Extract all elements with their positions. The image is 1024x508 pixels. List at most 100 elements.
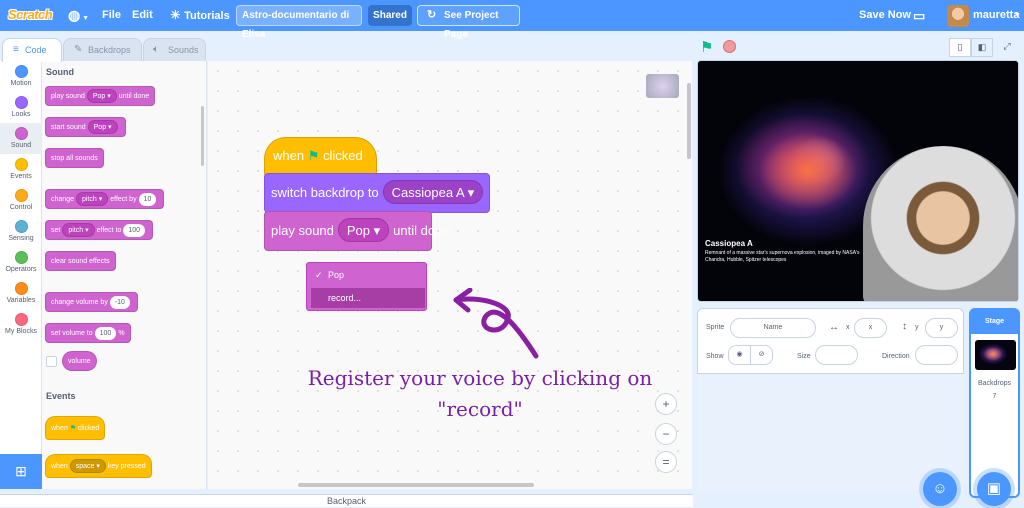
- block-change-volume-by[interactable]: change volume by -10: [45, 292, 138, 312]
- block-when-key-pressed[interactable]: when space ▾ key pressed: [45, 454, 152, 478]
- category-sound[interactable]: Sound: [0, 123, 42, 154]
- menu-item-label: Pop: [328, 270, 345, 280]
- block-when-flag-clicked[interactable]: when ⚑ clicked: [45, 416, 106, 440]
- avatar[interactable]: [947, 5, 969, 27]
- see-project-page-button[interactable]: ↻ See Project Page: [417, 5, 520, 40]
- block-text: effect by: [110, 196, 137, 203]
- block-text: clicked: [322, 148, 363, 163]
- category-variables[interactable]: Variables: [0, 278, 42, 309]
- direction-field[interactable]: [915, 345, 958, 365]
- script-when-flag-clicked[interactable]: when ⚑ clicked: [264, 137, 377, 177]
- block-clear-sound-effects[interactable]: clear sound effects: [45, 251, 116, 271]
- number-input[interactable]: -10: [109, 296, 130, 309]
- add-sprite-button[interactable]: ☺: [923, 472, 957, 506]
- number-input[interactable]: 100: [123, 224, 146, 237]
- category-control[interactable]: Control: [0, 185, 42, 216]
- dropdown-value: space: [75, 463, 95, 470]
- effect-dropdown[interactable]: pitch ▾: [75, 192, 109, 206]
- effect-dropdown[interactable]: pitch ▾: [62, 223, 95, 237]
- annotation-line: "record": [437, 397, 523, 421]
- category-my-blocks[interactable]: My Blocks: [0, 309, 42, 340]
- fullscreen-button[interactable]: ⤢: [996, 38, 1018, 57]
- file-menu[interactable]: File: [102, 0, 121, 31]
- block-volume-reporter[interactable]: volume: [62, 351, 97, 371]
- globe-icon: ◍: [68, 7, 81, 23]
- block-text: until done: [393, 223, 450, 238]
- category-label: Events: [10, 173, 32, 180]
- language-menu[interactable]: ◍ ▼: [68, 0, 89, 31]
- y-field[interactable]: y: [925, 318, 958, 338]
- green-flag-icon[interactable]: ⚑: [700, 38, 713, 56]
- eye-slash-icon: ⊘: [758, 351, 765, 358]
- block-play-sound-until-done[interactable]: play sound Pop ▾ until done: [45, 86, 156, 106]
- category-label: Operators: [5, 266, 37, 273]
- code-icon: ≡: [13, 44, 19, 55]
- zoom-out-button[interactable]: −: [655, 423, 677, 445]
- add-extension-button[interactable]: ⊞: [0, 454, 42, 489]
- show-hidden-button[interactable]: ⊘: [750, 345, 773, 365]
- volume-monitor-checkbox[interactable]: [46, 356, 57, 367]
- menu-item-record[interactable]: record...: [311, 288, 425, 308]
- script-play-sound-until-done[interactable]: play sound Pop ▾ until done: [264, 211, 450, 251]
- scratch-logo[interactable]: Scratch: [8, 7, 53, 22]
- category-looks[interactable]: Looks: [0, 92, 42, 123]
- sound-dropdown[interactable]: Pop ▾: [87, 120, 118, 134]
- block-set-volume-to[interactable]: set volume to 100%: [45, 323, 131, 343]
- stage[interactable]: Cassiopea A Remnant of a massive star's …: [697, 60, 1019, 302]
- stage-caption-title: Cassiopea A: [705, 239, 753, 248]
- category-dot: [14, 96, 28, 109]
- small-stage-button[interactable]: ▯: [949, 38, 971, 57]
- category-events[interactable]: Events: [0, 154, 42, 185]
- edit-menu[interactable]: Edit: [132, 0, 153, 31]
- chevron-down-icon[interactable]: ▼: [1014, 0, 1021, 31]
- category-operators[interactable]: Operators: [0, 247, 42, 278]
- stop-sign-icon[interactable]: [723, 40, 736, 53]
- tutorials-menu[interactable]: ☀ Tutorials: [170, 0, 230, 31]
- my-stuff-folder-icon[interactable]: ▭: [913, 0, 925, 31]
- stage-selector[interactable]: Stage Backdrops 7: [969, 308, 1020, 498]
- size-field[interactable]: [815, 345, 858, 365]
- sound-dropdown[interactable]: Pop ▾: [337, 218, 390, 242]
- dropdown-value: Pop: [93, 124, 107, 131]
- dropdown-value: Cassiopea A: [391, 185, 464, 200]
- sprite-list[interactable]: [697, 374, 964, 491]
- backpack[interactable]: Backpack: [0, 494, 693, 507]
- add-backdrop-button[interactable]: ▣: [977, 472, 1011, 506]
- backdrops-label: Backdrops: [977, 380, 1012, 387]
- zoom-reset-button[interactable]: =: [655, 451, 677, 473]
- x-arrow-icon: ↔: [829, 322, 839, 333]
- tab-code[interactable]: ≡ Code: [2, 38, 62, 62]
- number-input[interactable]: 100: [94, 327, 117, 340]
- astronaut-sprite[interactable]: [863, 146, 1018, 301]
- shared-button[interactable]: Shared: [368, 5, 412, 26]
- horizontal-scrollbar[interactable]: [298, 483, 534, 487]
- vertical-scrollbar[interactable]: [687, 83, 691, 159]
- number-input[interactable]: 10: [138, 193, 157, 206]
- category-dot: [14, 189, 28, 202]
- script-switch-backdrop[interactable]: switch backdrop to Cassiopea A ▾: [264, 173, 490, 213]
- show-label: Show: [706, 353, 724, 360]
- dropdown-value: pitch: [68, 227, 84, 234]
- x-field[interactable]: x: [854, 318, 887, 338]
- block-set-effect-to[interactable]: set pitch ▾ effect to 100: [45, 220, 154, 240]
- backdrop-dropdown[interactable]: Cassiopea A ▾: [382, 180, 484, 204]
- sound-dropdown[interactable]: Pop ▾: [86, 89, 117, 103]
- green-flag-icon: ⚑: [307, 148, 320, 163]
- category-motion[interactable]: Motion: [0, 61, 42, 92]
- tab-backdrops[interactable]: ✎ Backdrops: [63, 38, 142, 61]
- project-title-input[interactable]: Astro-documentario di Elisa: [236, 5, 362, 40]
- username[interactable]: mauretta: [973, 0, 1019, 31]
- key-dropdown[interactable]: space ▾: [69, 459, 106, 473]
- block-stop-all-sounds[interactable]: stop all sounds: [45, 148, 104, 168]
- save-now-button[interactable]: Save Now: [859, 0, 911, 31]
- show-visible-button[interactable]: ◉: [728, 345, 751, 365]
- menu-item-pop[interactable]: ✓ Pop: [311, 265, 425, 285]
- large-stage-button[interactable]: ◧: [971, 38, 993, 57]
- size-label: Size: [797, 353, 811, 360]
- tab-sounds[interactable]: 🔈︎ Sounds: [143, 38, 206, 61]
- sprite-name-field[interactable]: Name: [730, 318, 816, 338]
- block-change-effect-by[interactable]: change pitch ▾ effect by 10: [45, 189, 165, 209]
- category-sensing[interactable]: Sensing: [0, 216, 42, 247]
- palette-scrollbar[interactable]: [201, 106, 204, 166]
- block-start-sound[interactable]: start sound Pop ▾: [45, 117, 126, 137]
